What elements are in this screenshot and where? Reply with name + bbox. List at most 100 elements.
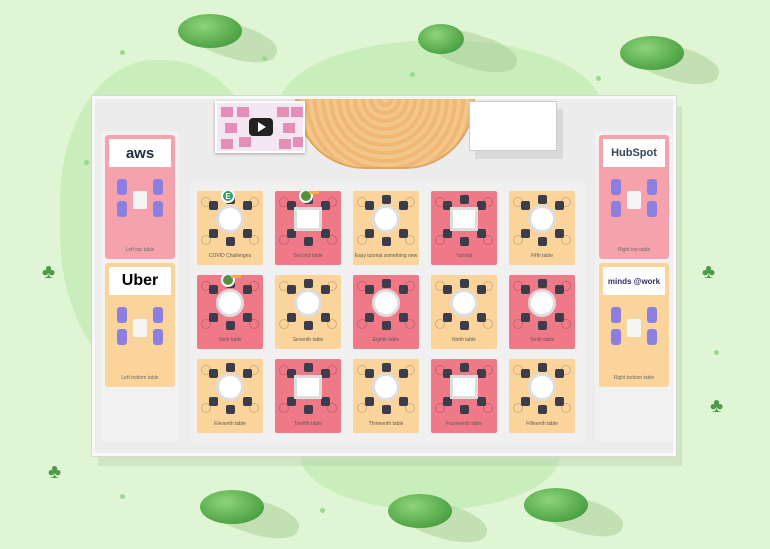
chair-seat[interactable] [365,313,374,322]
chair-seat[interactable] [209,313,218,322]
play-icon[interactable] [249,118,273,136]
chair-seat[interactable] [382,321,391,330]
chair-seat[interactable] [555,229,564,238]
chair-seat[interactable] [304,321,313,330]
table-card[interactable]: Fifth table [509,191,575,265]
chair-seat[interactable] [538,279,547,288]
chair-seat[interactable] [477,285,486,294]
chair-seat[interactable] [460,405,469,414]
chair-seat[interactable] [555,201,564,210]
chair-seat[interactable] [538,195,547,204]
chair-seat[interactable] [460,321,469,330]
chair-seat[interactable] [209,229,218,238]
table-card[interactable]: Fourteenth table [431,359,497,433]
chair-seat[interactable] [226,321,235,330]
chair-seat[interactable] [521,201,530,210]
chair-seat[interactable] [521,313,530,322]
chair-seat[interactable] [321,369,330,378]
chair-seat[interactable] [382,237,391,246]
chair-seat[interactable] [209,397,218,406]
chair-seat[interactable] [243,369,252,378]
chair-seat[interactable] [460,279,469,288]
chair-seat[interactable] [321,285,330,294]
chair-seat[interactable] [521,285,530,294]
chair-seat[interactable] [382,195,391,204]
chair-seat[interactable] [304,279,313,288]
chair-seat[interactable] [321,397,330,406]
table-card[interactable]: Tutorial [431,191,497,265]
chair-seat[interactable] [304,237,313,246]
table-card[interactable]: Eleventh table [197,359,263,433]
chair-seat[interactable] [209,369,218,378]
left-booth-top[interactable]: aws Left top table [105,135,175,259]
chair-seat[interactable] [304,405,313,414]
right-booth-bottom[interactable]: minds @work Right bottom table [599,263,669,387]
chair-seat[interactable] [399,369,408,378]
chair-seat[interactable] [460,363,469,372]
chair-seat[interactable] [365,229,374,238]
chair-seat[interactable] [321,313,330,322]
chair-seat[interactable] [209,285,218,294]
chair-seat[interactable] [365,201,374,210]
table-card[interactable]: Fifteenth table [509,359,575,433]
table-card[interactable]: COVID Challenges E [197,191,263,265]
chair-seat[interactable] [321,201,330,210]
chair-seat[interactable] [399,229,408,238]
chair-seat[interactable] [399,397,408,406]
table-card[interactable]: Sixth table [197,275,263,349]
chair-seat[interactable] [477,313,486,322]
chair-seat[interactable] [477,397,486,406]
chair-seat[interactable] [365,285,374,294]
chair-seat[interactable] [477,369,486,378]
chair-seat[interactable] [243,229,252,238]
chair-seat[interactable] [477,229,486,238]
chair-seat[interactable] [226,405,235,414]
chair-seat[interactable] [460,237,469,246]
table-card[interactable]: Tenth table [509,275,575,349]
chair-seat[interactable] [399,201,408,210]
table-card[interactable]: Twelfth table [275,359,341,433]
chair-seat[interactable] [521,369,530,378]
chair-seat[interactable] [226,237,235,246]
chair-seat[interactable] [443,285,452,294]
table-card[interactable]: Eighth table [353,275,419,349]
chair-seat[interactable] [521,397,530,406]
chair-seat[interactable] [321,229,330,238]
chair-seat[interactable] [443,313,452,322]
right-booth-top[interactable]: HubSpot Right top table [599,135,669,259]
table-card[interactable]: Thirteenth table [353,359,419,433]
chair-seat[interactable] [477,201,486,210]
stage[interactable] [295,99,475,169]
table-card[interactable]: Ninth table [431,275,497,349]
stage-video[interactable] [215,101,305,153]
chair-seat[interactable] [555,285,564,294]
chair-seat[interactable] [555,369,564,378]
chair-seat[interactable] [243,201,252,210]
chair-seat[interactable] [538,237,547,246]
chair-seat[interactable] [243,285,252,294]
chair-seat[interactable] [538,405,547,414]
chair-seat[interactable] [521,229,530,238]
chair-seat[interactable] [399,313,408,322]
chair-seat[interactable] [399,285,408,294]
chair-seat[interactable] [287,313,296,322]
chair-seat[interactable] [460,195,469,204]
chair-seat[interactable] [382,279,391,288]
table-card[interactable]: Seventh table [275,275,341,349]
table-card[interactable]: Second table [275,191,341,265]
chair-seat[interactable] [538,321,547,330]
chair-seat[interactable] [209,201,218,210]
chair-seat[interactable] [382,405,391,414]
chair-seat[interactable] [243,313,252,322]
chair-seat[interactable] [555,313,564,322]
left-booth-bottom[interactable]: Uber Left bottom table [105,263,175,387]
chair-seat[interactable] [382,363,391,372]
chair-seat[interactable] [243,397,252,406]
table-card[interactable]: Easy tutorial something new [353,191,419,265]
whiteboard[interactable] [469,101,557,151]
chair-seat[interactable] [226,363,235,372]
chair-seat[interactable] [365,397,374,406]
chair-seat[interactable] [304,363,313,372]
chair-seat[interactable] [538,363,547,372]
chair-seat[interactable] [365,369,374,378]
